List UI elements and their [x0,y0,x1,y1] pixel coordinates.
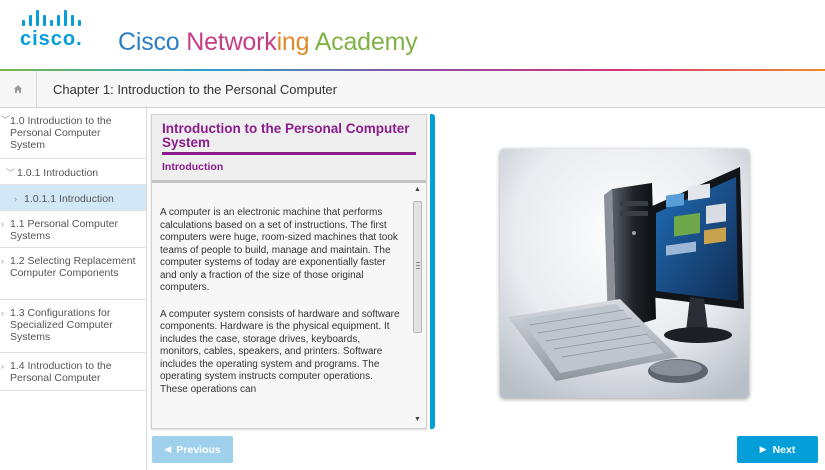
sidebar-item-label: 1.0 Introduction to the Personal Compute… [10,115,112,151]
content-paragraph: A computer is an electronic machine that… [160,207,398,293]
computer-illustration [500,149,749,398]
sidebar-item-1-0-1-introduction[interactable]: ﹀ 1.0.1 Introduction [0,159,146,185]
content-subtitle: Introduction [162,161,224,173]
content-body[interactable]: A computer is an electronic machine that… [152,183,426,428]
sidebar-item-label: 1.2 Selecting Replacement Computer Compo… [10,255,136,279]
chapter-bar: Chapter 1: Introduction to the Personal … [0,71,825,108]
previous-label: Previous [176,443,221,456]
sidebar-navigation: ﹀ 1.0 Introduction to the Personal Compu… [0,108,147,470]
chapter-title: Chapter 1: Introduction to the Personal … [53,82,337,97]
chevron-down-icon: ﹀ [1,115,11,125]
sidebar-item-label: 1.0.1.1 Introduction [24,193,114,205]
academy-title-part-1: Cisco [118,28,187,56]
cisco-logo-text: cisco. [20,28,83,50]
sidebar-item-1-0-introduction[interactable]: ﹀ 1.0 Introduction to the Personal Compu… [0,108,146,159]
personal-computer-image [500,149,749,398]
academy-title-part-4: Academy [314,28,418,56]
previous-button[interactable]: ◀ Previous [152,436,233,463]
grip-icon [416,262,420,269]
cisco-logo-bars-icon [22,10,115,26]
academy-title-part-2: Network [186,28,277,56]
content-scrollbar[interactable]: ▲ ▼ [412,185,423,425]
sidebar-item-label: 1.0.1 Introduction [17,167,99,179]
content-title: Introduction to the Personal Computer Sy… [162,121,410,150]
chevron-down-icon: ﹀ [6,168,16,178]
academy-title: Cisco Networking Academy [118,28,418,57]
sidebar-item-1-3-configurations[interactable]: › 1.3 Configurations for Specialized Com… [0,300,146,353]
content-accent-bar [430,114,435,429]
cisco-logo: cisco. [20,10,115,54]
arrow-right-icon: ▶ [759,444,767,454]
sidebar-item-1-0-1-1-introduction[interactable]: › 1.0.1.1 Introduction [0,185,146,211]
scroll-down-arrow-icon[interactable]: ▼ [412,415,423,425]
sidebar-item-1-2-selecting-replacement[interactable]: › 1.2 Selecting Replacement Computer Com… [0,248,146,300]
chevron-right-icon: › [1,219,4,229]
home-button[interactable] [0,71,37,107]
chevron-right-icon: › [1,361,4,371]
title-divider [162,152,416,155]
arrow-left-icon: ◀ [164,444,172,454]
next-label: Next [772,443,796,456]
content-card: Introduction to the Personal Computer Sy… [151,114,427,429]
chevron-right-icon: › [1,308,4,318]
content-text: A computer is an electronic machine that… [160,207,400,410]
sidebar-item-label: 1.1 Personal Computer Systems [10,218,118,242]
chevron-right-icon: › [1,256,4,266]
content-paragraph: A computer system consists of hardware a… [160,308,400,395]
scroll-thumb[interactable] [413,201,422,333]
academy-title-part-3: ing [276,28,315,56]
scroll-up-arrow-icon[interactable]: ▲ [412,185,423,195]
chevron-right-icon: › [14,194,17,204]
home-icon [14,85,22,93]
sidebar-item-1-1-personal-computer-systems[interactable]: › 1.1 Personal Computer Systems [0,211,146,248]
sidebar-item-label: 1.3 Configurations for Specialized Compu… [10,307,113,343]
next-button[interactable]: ▶ Next [737,436,818,463]
sidebar-item-1-4-introduction[interactable]: › 1.4 Introduction to the Personal Compu… [0,353,146,391]
header: cisco. Cisco Networking Academy [0,0,825,71]
sidebar-item-label: 1.4 Introduction to the Personal Compute… [10,360,112,384]
